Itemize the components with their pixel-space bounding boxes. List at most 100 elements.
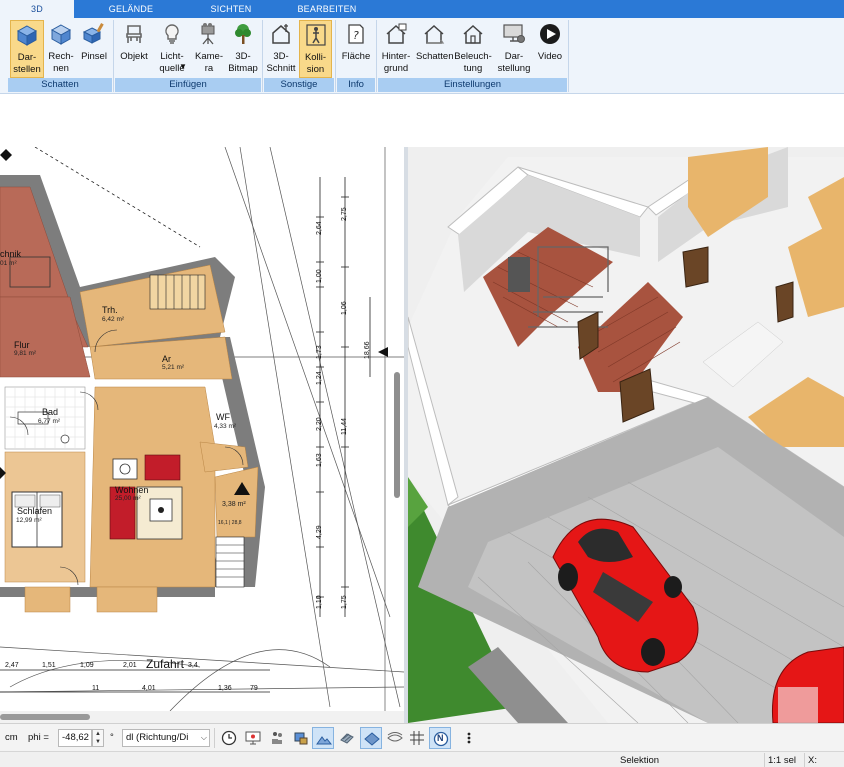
kamera-button[interactable]: Kame- ra [192,20,226,78]
room-name-ar: Ar [162,354,171,364]
clock-button[interactable] [218,727,240,749]
layer-button[interactable] [360,727,382,749]
room-area-technik: 01 m² [0,260,17,267]
dimension-label: 79 [250,685,258,692]
dimension-label: 1,24 [316,371,323,385]
toolbar-separator [214,728,215,748]
area-info-icon: ? [348,24,364,44]
hintergrund-label: Hinter- grund [381,51,411,74]
objects-icon [294,732,308,745]
tab-gelaende[interactable]: GELÄNDE [100,0,162,18]
floor-plan-view[interactable]: chnik 01 m² Flur 9,81 m² Trh. 6,42 m² Ar… [0,147,404,711]
flaeche-button[interactable]: ? Fläche [338,20,374,78]
cube-render-icon [16,25,38,46]
video-button[interactable]: Video [534,20,566,78]
grid-button[interactable] [406,727,428,749]
bottom-toolbar: cm phi = -48,62 ▲ ▼ ° dl (Richtung/Di ⌵ N [0,723,844,751]
dimension-label: 11,44 [341,418,348,435]
group-label-info: Info [337,78,375,92]
monitor-icon [245,731,261,745]
stair-note: 16,1 | 28,8 [218,520,242,526]
status-bar: Selektion 1:1 sel X: [0,751,844,767]
plan-horizontal-scrollbar[interactable] [0,711,404,723]
pinsel-button[interactable]: Pinsel [78,20,110,78]
dimension-label: 4,29 [316,525,323,539]
walk-button[interactable] [266,727,288,749]
dimension-label: 1,73 [316,345,323,359]
group-separator [113,20,114,92]
hintergrund-button[interactable]: Hinter- grund [378,20,414,78]
group-separator [376,20,377,92]
kollision-button[interactable]: Kolli- sion [299,20,332,78]
dimension-label: 11 [92,685,100,692]
objects-button[interactable] [290,727,312,749]
schatten-label: Schatten [416,51,454,62]
chair-icon [126,25,142,43]
room-name-wohnen: Wohnen [115,485,149,495]
house-background-icon [386,23,407,44]
wireframe-button[interactable] [384,727,406,749]
status-x-coordinate: X: [808,755,817,766]
more-vertical-icon [467,732,471,744]
room-area-treppe: 6,42 m² [102,316,125,323]
3d-render [408,147,844,723]
dimension-label: 1,36 [218,685,232,692]
dimension-label: 1,00 [316,269,323,283]
lichtquelle-button[interactable]: Licht- quelle ▼ [154,20,190,78]
room-area-kleinraum: 3,38 m² [222,501,246,508]
group-separator [262,20,263,92]
north-button[interactable]: N [429,727,451,749]
room-area-ar: 5,21 m² [162,364,185,371]
schnitt3d-button[interactable]: 3D- Schnitt [264,20,298,78]
presentation-button[interactable] [242,727,264,749]
bitmap3d-label: 3D- Bitmap [228,51,258,74]
phi-stepper[interactable]: ▲ ▼ [92,729,104,747]
kollision-label: Kolli- sion [304,52,327,75]
wireframe-icon [387,732,403,742]
terrain-button[interactable] [312,727,334,749]
camera-tripod-icon [201,23,215,45]
3d-view[interactable] [408,147,844,723]
dimension-total-label: 18,66 [364,341,371,359]
texture-button[interactable] [336,727,358,749]
darstellung-button[interactable]: Dar- stellung [496,20,532,78]
beleuchtung-button[interactable]: Beleuch- tung [454,20,492,78]
house-light-icon [463,24,483,44]
driveway-label: Zufahrt [146,657,185,671]
rechnen-button[interactable]: Rech- nen [46,20,76,78]
room-name-flur: Flur [14,340,30,350]
bitmap3d-button[interactable]: 3D- Bitmap [226,20,260,78]
tab-sichten[interactable]: SICHTEN [200,0,262,18]
darstellung-label: Dar- stellung [497,51,531,74]
mode-select[interactable]: dl (Richtung/Di ⌵ [122,729,210,747]
layer-diamond-icon [364,732,380,746]
more-options-button[interactable] [458,727,480,749]
people-icon [272,732,282,744]
room-area-schlafen: 12,99 m² [16,517,42,524]
dimension-label: 1,06 [341,301,348,315]
phi-input[interactable]: -48,62 [58,729,92,747]
tree-icon [235,24,251,44]
svg-text:?: ? [353,29,359,42]
person-collision-icon [305,24,326,46]
texture-icon [340,733,354,744]
kamera-label: Kame- ra [195,51,223,74]
objekt-button[interactable]: Objekt [116,20,152,78]
group-label-sonstige: Sonstige [264,78,334,92]
pinsel-label: Pinsel [81,51,107,62]
plan-vertical-scrollbar[interactable] [394,372,400,498]
scrollbar-thumb[interactable] [0,714,90,720]
group-label-einfuegen: Einfügen [115,78,261,92]
dimension-label: 2,01 [123,662,137,669]
room-area-flur: 9,81 m² [14,350,37,357]
tab-3d[interactable]: 3D [0,0,74,18]
schatten-button[interactable]: Schatten [416,20,454,78]
dimension-label: 2,47 [5,662,19,669]
room-area-wohnen: 25,00 m² [115,495,141,502]
house-section-icon [272,24,290,44]
tab-bearbeiten[interactable]: BEARBEITEN [290,0,364,18]
darstellen-button[interactable]: Dar- stellen [10,20,44,78]
clock-icon [221,730,237,746]
dimension-label: 4,01 [142,685,156,692]
dimension-label: 1,63 [316,453,323,467]
